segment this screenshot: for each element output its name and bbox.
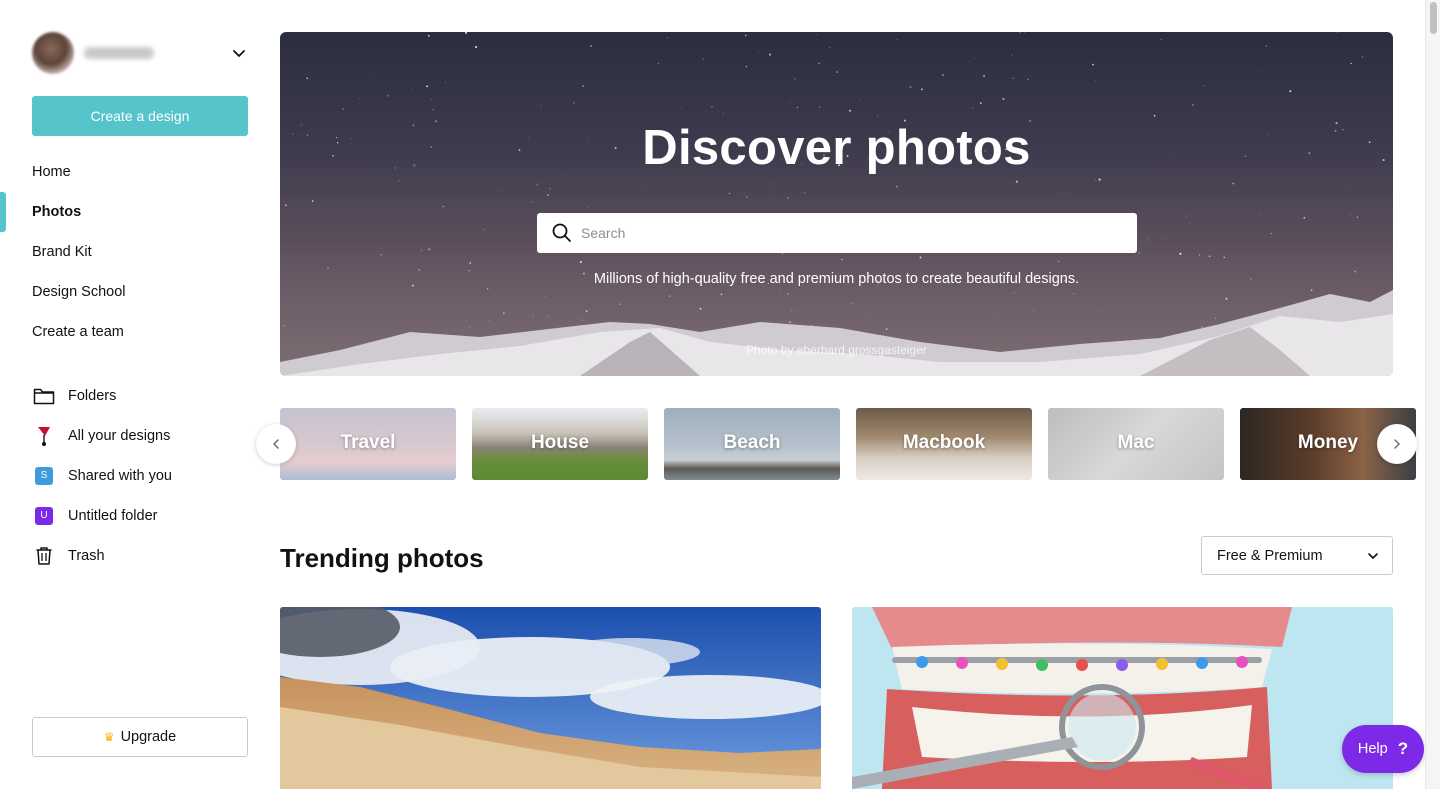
main-nav: Home Photos Brand Kit Design School Crea… bbox=[32, 152, 248, 352]
chevron-down-icon bbox=[233, 50, 245, 57]
folder-label: All your designs bbox=[68, 428, 171, 444]
search-box[interactable] bbox=[537, 213, 1137, 253]
crown-icon: ♛ bbox=[103, 730, 115, 744]
help-label: Help bbox=[1357, 741, 1388, 757]
trending-photo-desert[interactable] bbox=[280, 607, 821, 789]
carousel-next-button[interactable] bbox=[1377, 424, 1417, 464]
folder-label: Untitled folder bbox=[68, 508, 158, 524]
search-input[interactable] bbox=[581, 213, 1137, 253]
hero-banner: Discover photos Millions of high-quality… bbox=[280, 32, 1393, 376]
nav-item-design-school[interactable]: Design School bbox=[32, 272, 248, 312]
folder-item-shared[interactable]: S Shared with you bbox=[32, 456, 248, 496]
active-nav-indicator bbox=[0, 192, 6, 232]
category-travel[interactable]: Travel bbox=[280, 408, 456, 480]
trash-icon bbox=[32, 544, 56, 568]
nav-item-photos[interactable]: Photos bbox=[32, 192, 248, 232]
folder-item-trash[interactable]: Trash bbox=[32, 536, 248, 576]
category-house[interactable]: House bbox=[472, 408, 648, 480]
designs-icon bbox=[32, 424, 56, 448]
page-scrollbar[interactable] bbox=[1425, 0, 1440, 789]
folder-item-untitled[interactable]: U Untitled folder bbox=[32, 496, 248, 536]
nav-item-home[interactable]: Home bbox=[32, 152, 248, 192]
photo-credit[interactable]: Photo by eberhard grossgasteiger bbox=[280, 343, 1393, 357]
category-macbook[interactable]: Macbook bbox=[856, 408, 1032, 480]
category-label: Beach bbox=[723, 432, 781, 453]
scrollbar-thumb[interactable] bbox=[1430, 2, 1437, 34]
folder-icon bbox=[32, 384, 56, 408]
category-label: Macbook bbox=[902, 432, 986, 453]
hero-subtitle: Millions of high-quality free and premiu… bbox=[593, 271, 1080, 287]
hero-background-image bbox=[280, 32, 1393, 376]
shared-badge-icon: S bbox=[32, 464, 56, 488]
trending-photo-braces[interactable] bbox=[852, 607, 1393, 789]
chevron-left-icon bbox=[272, 439, 279, 449]
folder-label: Trash bbox=[68, 548, 105, 564]
folder-item-all-designs[interactable]: All your designs bbox=[32, 416, 248, 456]
chevron-down-icon bbox=[1368, 553, 1378, 559]
nav-item-create-team[interactable]: Create a team bbox=[32, 312, 248, 352]
question-mark-icon: ? bbox=[1397, 739, 1409, 758]
nav-item-brand-kit[interactable]: Brand Kit bbox=[32, 232, 248, 272]
create-design-button[interactable]: Create a design bbox=[32, 96, 248, 136]
account-switcher[interactable] bbox=[32, 32, 248, 74]
folder-list: Folders All your designs S Shared with y… bbox=[32, 376, 248, 576]
upgrade-label: Upgrade bbox=[120, 729, 177, 745]
category-beach[interactable]: Beach bbox=[664, 408, 840, 480]
folder-item-folders[interactable]: Folders bbox=[32, 376, 248, 416]
section-title-trending: Trending photos bbox=[280, 543, 484, 573]
license-filter-select[interactable]: Free & Premium bbox=[1201, 536, 1393, 575]
category-label: Travel bbox=[340, 432, 396, 453]
shared-badge: S bbox=[35, 467, 53, 485]
help-button[interactable]: Help ? bbox=[1342, 725, 1424, 773]
account-name-blurred bbox=[84, 47, 154, 59]
search-icon bbox=[552, 223, 571, 242]
hero-title: Discover photos bbox=[642, 121, 1031, 175]
upgrade-button[interactable]: ♛ Upgrade bbox=[32, 717, 248, 757]
folder-label: Folders bbox=[68, 388, 117, 404]
carousel-prev-button[interactable] bbox=[256, 424, 296, 464]
category-mac[interactable]: Mac bbox=[1048, 408, 1224, 480]
category-label: Mac bbox=[1117, 432, 1155, 453]
chevron-right-icon bbox=[1394, 439, 1401, 449]
folder-label: Shared with you bbox=[68, 468, 172, 484]
untitled-badge-icon: U bbox=[32, 504, 56, 528]
desert-photo-image bbox=[280, 607, 821, 789]
sidebar: Create a design Home Photos Brand Kit De… bbox=[0, 0, 264, 789]
braces-photo-image bbox=[852, 607, 1393, 789]
avatar bbox=[32, 32, 74, 74]
category-label: House bbox=[530, 432, 590, 453]
filter-value: Free & Premium bbox=[1217, 547, 1323, 564]
category-carousel: Travel House Beach Macbook Mac Money bbox=[280, 408, 1416, 480]
untitled-badge: U bbox=[35, 507, 53, 525]
